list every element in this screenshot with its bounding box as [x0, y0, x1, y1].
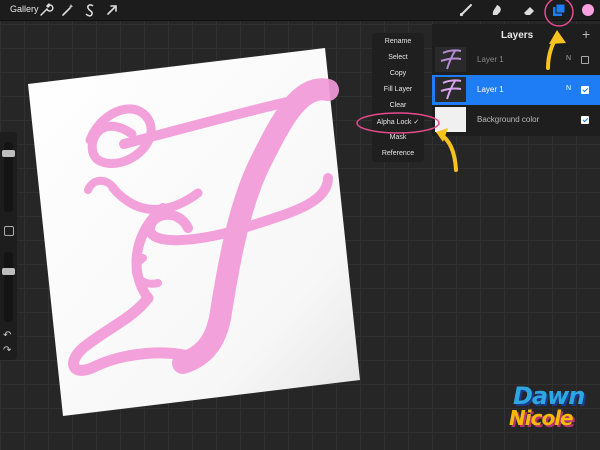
menu-clear[interactable]: Clear	[372, 102, 424, 109]
color-swatch-icon[interactable]	[580, 2, 596, 18]
menu-mask[interactable]: Mask	[372, 134, 424, 141]
menu-select[interactable]: Select	[372, 54, 424, 61]
layer-thumbnail	[435, 47, 466, 72]
layer-options-menu: Rename Select Copy Fill Layer Clear Alph…	[372, 33, 424, 162]
blend-mode[interactable]: N	[566, 55, 571, 62]
background-layer-row[interactable]: Background color	[432, 105, 600, 135]
layer-visibility-checkbox[interactable]	[581, 56, 589, 64]
menu-fill-layer[interactable]: Fill Layer	[372, 86, 424, 93]
background-thumbnail	[435, 107, 466, 132]
brush-size-slider[interactable]	[2, 142, 15, 212]
transform-arrow-icon[interactable]	[104, 2, 120, 18]
gallery-button[interactable]: Gallery	[10, 4, 39, 14]
layer-thumbnail	[435, 77, 466, 102]
eraser-icon[interactable]	[521, 2, 537, 18]
layer-name: Layer 1	[477, 85, 504, 94]
menu-alpha-lock[interactable]: Alpha Lock ✓	[372, 118, 424, 126]
brush-size-thumb[interactable]	[2, 150, 15, 157]
layers-title: Layers	[501, 30, 534, 41]
wrench-icon[interactable]	[38, 2, 54, 18]
selection-s-icon[interactable]	[82, 2, 98, 18]
layer-row-selected[interactable]: Layer 1 N	[432, 75, 600, 105]
left-sidebar: ↶ ↷	[0, 132, 17, 360]
top-toolbar: Gallery	[0, 0, 600, 21]
canvas[interactable]	[28, 48, 360, 416]
brush-icon[interactable]	[458, 2, 474, 18]
add-layer-button[interactable]: +	[582, 26, 590, 42]
logo-line2: Nicole	[509, 406, 574, 430]
dawn-nicole-logo: Dawn Nicole	[505, 382, 595, 437]
opacity-slider[interactable]	[2, 252, 15, 322]
opacity-thumb[interactable]	[2, 268, 15, 275]
layer-row[interactable]: Layer 1 N	[432, 45, 600, 75]
blend-mode[interactable]: N	[566, 85, 571, 92]
layers-panel: Layers + Layer 1 N Layer 1 N Background …	[432, 24, 600, 136]
layer-name: Background color	[477, 115, 540, 124]
layer-visibility-checkbox[interactable]	[581, 86, 589, 94]
magic-wand-icon[interactable]	[60, 2, 76, 18]
undo-button[interactable]: ↶	[3, 330, 11, 341]
menu-copy[interactable]: Copy	[372, 70, 424, 77]
redo-button[interactable]: ↷	[3, 345, 11, 356]
layers-icon[interactable]	[551, 2, 567, 18]
smudge-icon[interactable]	[489, 2, 505, 18]
menu-rename[interactable]: Rename	[372, 38, 424, 45]
background-visibility-checkbox[interactable]	[581, 116, 589, 124]
layer-name: Layer 1	[477, 55, 504, 64]
modify-button[interactable]	[4, 226, 14, 236]
menu-reference[interactable]: Reference	[372, 150, 424, 157]
